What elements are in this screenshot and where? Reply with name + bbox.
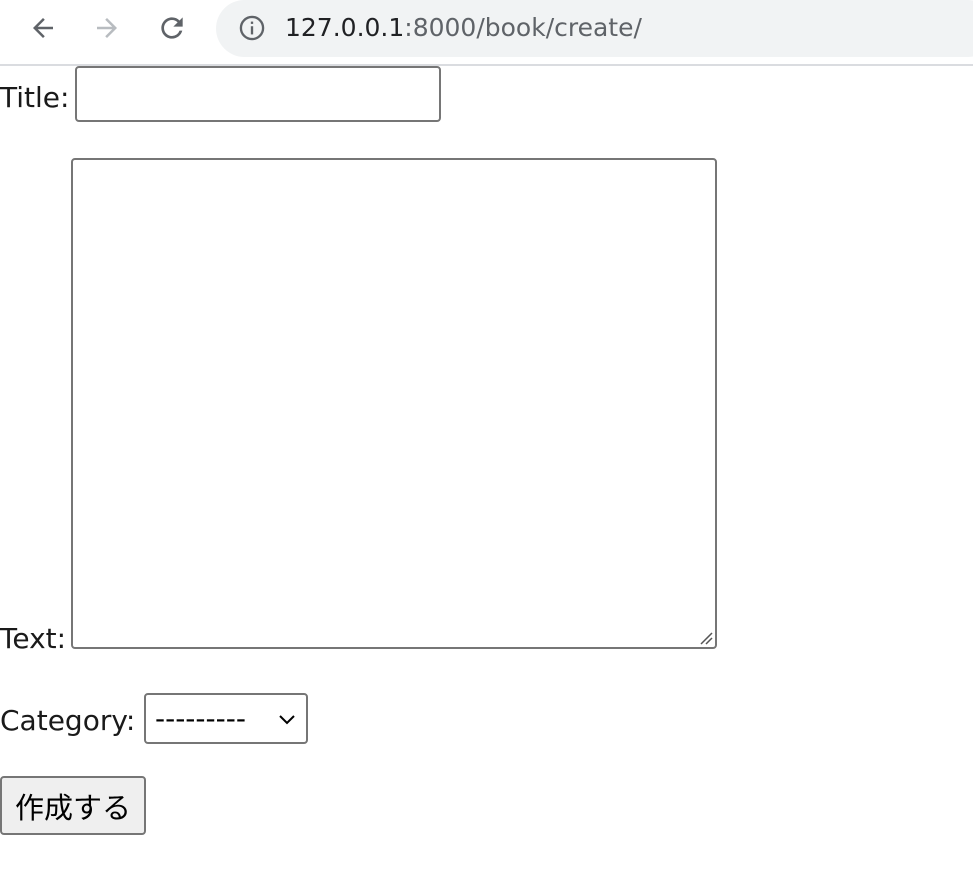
url-path: :8000/book/create/ xyxy=(404,13,642,42)
url-text[interactable]: 127.0.0.1:8000/book/create/ xyxy=(285,11,642,45)
browser-toolbar: 127.0.0.1:8000/book/create/ xyxy=(0,0,973,66)
back-button[interactable] xyxy=(25,10,61,46)
arrow-right-icon xyxy=(97,18,117,38)
text-label: Text: xyxy=(0,622,67,655)
arrow-left-icon xyxy=(33,18,53,38)
address-bar[interactable]: 127.0.0.1:8000/book/create/ xyxy=(216,0,973,57)
category-label: Category: xyxy=(0,704,136,737)
url-host: 127.0.0.1 xyxy=(285,13,405,42)
text-textarea[interactable] xyxy=(71,158,717,649)
category-selected-value: --------- xyxy=(155,702,246,735)
create-button[interactable]: 作成する xyxy=(0,776,146,835)
title-input[interactable] xyxy=(75,66,441,122)
reload-icon xyxy=(161,17,183,39)
forward-button[interactable] xyxy=(89,10,125,46)
resize-grip-icon[interactable] xyxy=(697,629,713,645)
info-icon[interactable] xyxy=(238,14,266,42)
reload-button[interactable] xyxy=(154,10,190,46)
title-label: Title: xyxy=(0,81,70,114)
chevron-down-icon xyxy=(279,715,295,725)
category-select[interactable]: --------- xyxy=(144,693,308,744)
